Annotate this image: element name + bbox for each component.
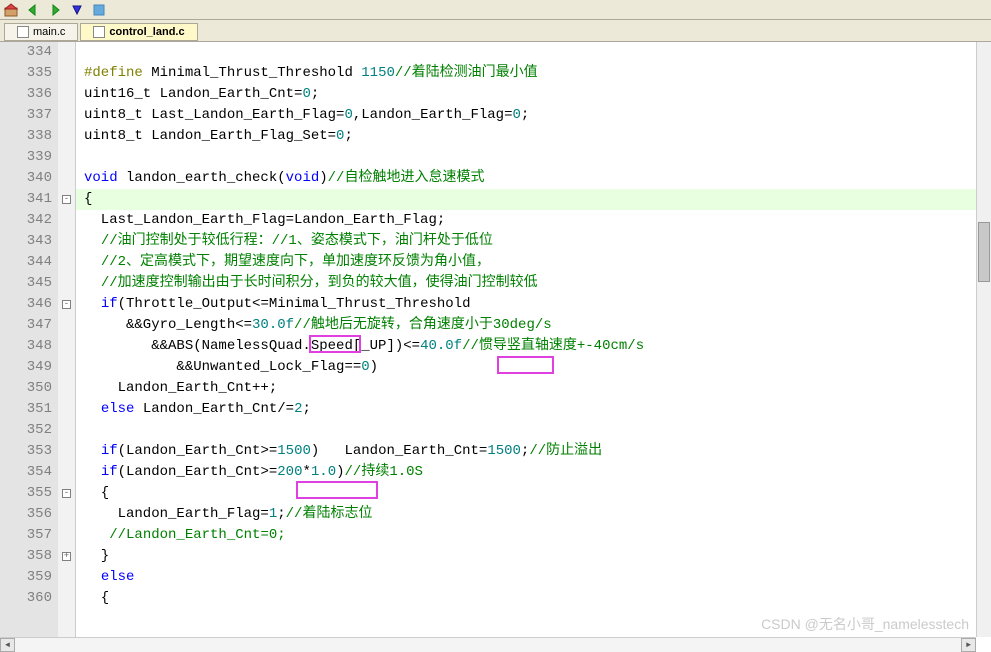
tab-main-c[interactable]: main.c [4, 23, 78, 41]
code-line[interactable]: //加速度控制输出由于长时间积分，到负的较大值，使得油门控制较低 [84, 273, 991, 294]
line-number: 357 [0, 525, 52, 546]
line-number: 356 [0, 504, 52, 525]
code-line[interactable]: { [84, 588, 991, 609]
code-line[interactable]: else [84, 567, 991, 588]
tab-label: main.c [33, 26, 65, 38]
line-number: 347 [0, 315, 52, 336]
fold-toggle[interactable]: + [62, 552, 71, 561]
line-number: 353 [0, 441, 52, 462]
fold-toggle[interactable]: - [62, 195, 71, 204]
code-line[interactable]: if(Landon_Earth_Cnt>=200*1.0)//持续1.0S [84, 462, 991, 483]
back-icon[interactable] [26, 3, 40, 17]
line-number: 354 [0, 462, 52, 483]
line-number: 343 [0, 231, 52, 252]
line-number: 359 [0, 567, 52, 588]
code-line[interactable]: uint16_t Landon_Earth_Cnt=0; [84, 84, 991, 105]
line-number: 350 [0, 378, 52, 399]
code-line[interactable]: &&Unwanted_Lock_Flag==0) [84, 357, 991, 378]
code-line[interactable]: #define Minimal_Thrust_Threshold 1150//着… [84, 63, 991, 84]
line-number: 340 [0, 168, 52, 189]
line-number: 348 [0, 336, 52, 357]
code-line[interactable]: //油门控制处于较低行程：//1、姿态模式下，油门杆处于低位 [84, 231, 991, 252]
stop-icon[interactable] [92, 3, 106, 17]
scroll-left-button[interactable]: ◄ [0, 638, 15, 652]
code-line[interactable]: if(Landon_Earth_Cnt>=1500) Landon_Earth_… [84, 441, 991, 462]
tab-label: control_land.c [109, 26, 184, 38]
fold-column: - - - + [58, 42, 76, 637]
code-line[interactable]: } [84, 546, 991, 567]
code-line[interactable]: void landon_earth_check(void)//自检触地进入怠速模… [84, 168, 991, 189]
scroll-right-button[interactable]: ► [961, 638, 976, 652]
line-number: 339 [0, 147, 52, 168]
toolbar-icon[interactable] [4, 3, 18, 17]
code-line[interactable]: //Landon_Earth_Cnt=0; [84, 525, 991, 546]
code-line[interactable]: else Landon_Earth_Cnt/=2; [84, 399, 991, 420]
file-icon [17, 26, 29, 38]
line-number: 344 [0, 252, 52, 273]
line-number: 349 [0, 357, 52, 378]
horizontal-scrollbar[interactable]: ◄ ► [0, 637, 976, 652]
code-editor[interactable]: 3343353363373383393403413423433443453463… [0, 42, 991, 637]
reload-icon[interactable] [70, 3, 84, 17]
line-number: 360 [0, 588, 52, 609]
code-line[interactable]: if(Throttle_Output<=Minimal_Thrust_Thres… [84, 294, 991, 315]
code-area[interactable]: #define Minimal_Thrust_Threshold 1150//着… [76, 42, 991, 637]
code-line[interactable]: { [84, 189, 991, 210]
line-number-gutter: 3343353363373383393403413423433443453463… [0, 42, 58, 637]
line-number: 346 [0, 294, 52, 315]
code-line[interactable]: { [84, 483, 991, 504]
code-line[interactable]: //2、定高模式下，期望速度向下，单加速度环反馈为角小值， [84, 252, 991, 273]
code-line[interactable]: &&Gyro_Length<=30.0f//触地后无旋转，合角速度小于30deg… [84, 315, 991, 336]
code-line[interactable] [84, 420, 991, 441]
file-icon [93, 26, 105, 38]
line-number: 336 [0, 84, 52, 105]
line-number: 338 [0, 126, 52, 147]
fold-toggle[interactable]: - [62, 489, 71, 498]
code-line[interactable]: uint8_t Last_Landon_Earth_Flag=0,Landon_… [84, 105, 991, 126]
scrollbar-track[interactable] [15, 638, 961, 652]
line-number: 351 [0, 399, 52, 420]
code-line[interactable] [84, 147, 991, 168]
tab-bar: main.c control_land.c [0, 20, 991, 42]
line-number: 345 [0, 273, 52, 294]
line-number: 334 [0, 42, 52, 63]
line-number: 355 [0, 483, 52, 504]
line-number: 342 [0, 210, 52, 231]
fold-toggle[interactable]: - [62, 300, 71, 309]
code-line[interactable]: &&ABS(NamelessQuad.Speed[_UP])<=40.0f//惯… [84, 336, 991, 357]
code-line[interactable]: Landon_Earth_Flag=1;//着陆标志位 [84, 504, 991, 525]
toolbar [0, 0, 991, 20]
line-number: 358 [0, 546, 52, 567]
tab-control-land-c[interactable]: control_land.c [80, 23, 197, 41]
code-line[interactable]: Landon_Earth_Cnt++; [84, 378, 991, 399]
line-number: 337 [0, 105, 52, 126]
code-line[interactable]: uint8_t Landon_Earth_Flag_Set=0; [84, 126, 991, 147]
line-number: 341 [0, 189, 52, 210]
forward-icon[interactable] [48, 3, 62, 17]
line-number: 335 [0, 63, 52, 84]
code-line[interactable]: Last_Landon_Earth_Flag=Landon_Earth_Flag… [84, 210, 991, 231]
code-line[interactable] [84, 42, 991, 63]
line-number: 352 [0, 420, 52, 441]
